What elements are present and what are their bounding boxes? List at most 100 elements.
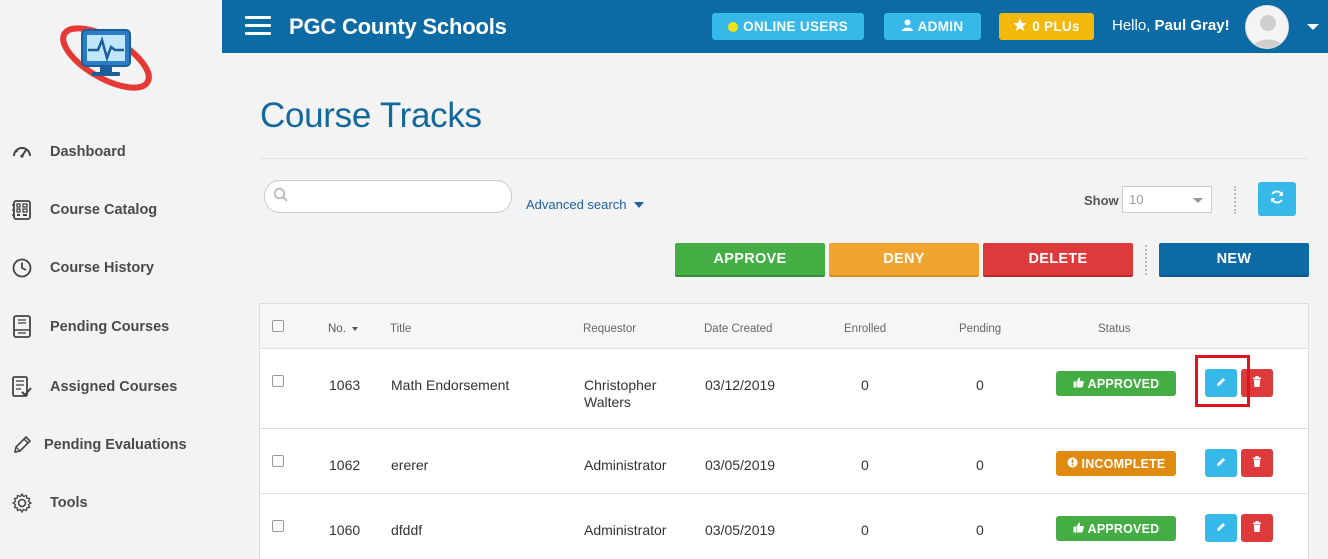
column-header-no[interactable]: No. bbox=[328, 323, 359, 335]
admin-button[interactable]: ADMIN bbox=[884, 13, 981, 40]
highlight-box bbox=[1195, 355, 1250, 407]
cell-no: 1062 bbox=[329, 457, 361, 473]
status-badge: APPROVED bbox=[1056, 371, 1176, 396]
delete-row-button[interactable] bbox=[1241, 514, 1273, 542]
cell-no: 1060 bbox=[329, 522, 361, 538]
column-header-date-created[interactable]: Date Created bbox=[704, 323, 772, 335]
column-header-title[interactable]: Title bbox=[390, 323, 411, 335]
sidebar-item-label: Course Catalog bbox=[50, 202, 158, 218]
edit-button[interactable] bbox=[1205, 514, 1237, 542]
deny-button[interactable]: DENY bbox=[829, 243, 979, 277]
new-button[interactable]: NEW bbox=[1159, 243, 1309, 277]
sidebar-item-course-history[interactable]: Course History bbox=[0, 248, 222, 288]
cell-enrolled: 0 bbox=[861, 522, 869, 538]
online-users-label: ONLINE USERS bbox=[743, 19, 848, 34]
sidebar-item-pending-evaluations[interactable]: Pending Evaluations bbox=[0, 425, 222, 465]
plus-label: 0 PLUs bbox=[1032, 19, 1080, 34]
plus-button[interactable]: 0 PLUs bbox=[999, 13, 1094, 40]
thumbs-up-icon bbox=[1073, 522, 1084, 536]
sidebar-item-label: Tools bbox=[50, 495, 88, 511]
gauge-icon bbox=[10, 140, 34, 164]
trash-icon bbox=[1252, 374, 1262, 392]
pencil-icon bbox=[10, 433, 34, 457]
status-label: APPROVED bbox=[1087, 521, 1160, 536]
sort-caret-icon bbox=[352, 326, 359, 331]
status-label: APPROVED bbox=[1087, 376, 1160, 391]
pencil-icon bbox=[1216, 454, 1226, 472]
table-row: 1063 Math Endorsement Christopher Walter… bbox=[260, 349, 1308, 429]
online-users-button[interactable]: ONLINE USERS bbox=[712, 13, 864, 40]
exclamation-circle-icon bbox=[1067, 457, 1078, 471]
sidebar-item-label: Dashboard bbox=[50, 144, 126, 160]
top-header: PGC County Schools ONLINE USERS ADMIN 0 … bbox=[222, 0, 1328, 53]
admin-label: ADMIN bbox=[917, 19, 964, 34]
avatar[interactable] bbox=[1245, 5, 1289, 49]
cell-pending: 0 bbox=[976, 522, 984, 538]
star-icon bbox=[1013, 18, 1027, 35]
sidebar-item-label: Assigned Courses bbox=[50, 379, 178, 395]
trash-icon bbox=[1252, 454, 1262, 472]
page-size-select[interactable]: 10 bbox=[1122, 186, 1212, 213]
row-checkbox[interactable] bbox=[272, 455, 284, 467]
app-title: PGC County Schools bbox=[289, 14, 507, 39]
sidebar: Dashboard Course Catalog Course History … bbox=[0, 0, 222, 559]
course-tracks-table: No. Title Requestor Date Created Enrolle… bbox=[259, 303, 1309, 559]
column-header-status[interactable]: Status bbox=[1098, 323, 1131, 335]
greeting: Hello, Paul Gray! bbox=[1112, 17, 1230, 34]
catalog-icon bbox=[10, 198, 34, 222]
sidebar-item-label: Course History bbox=[50, 260, 154, 276]
divider bbox=[1145, 245, 1147, 275]
user-menu-chevron-icon[interactable] bbox=[1307, 24, 1319, 30]
divider bbox=[1234, 186, 1236, 214]
delete-row-button[interactable] bbox=[1241, 449, 1273, 477]
menu-icon[interactable] bbox=[245, 16, 271, 36]
page-size-value: 10 bbox=[1129, 192, 1144, 207]
search-input[interactable] bbox=[264, 180, 512, 213]
sidebar-item-tools[interactable]: Tools bbox=[0, 483, 222, 523]
edit-button[interactable] bbox=[1205, 449, 1237, 477]
user-icon bbox=[901, 19, 913, 34]
advanced-search-toggle[interactable]: Advanced search bbox=[526, 197, 645, 212]
delete-button[interactable]: DELETE bbox=[983, 243, 1133, 277]
sidebar-item-assigned-courses[interactable]: Assigned Courses bbox=[0, 367, 222, 407]
show-label: Show bbox=[1084, 193, 1119, 208]
table-row: 1060 dfddf Administrator 03/05/2019 0 0 … bbox=[260, 494, 1308, 559]
sidebar-item-label: Pending Courses bbox=[50, 319, 170, 335]
status-badge: APPROVED bbox=[1056, 516, 1176, 541]
assigned-icon bbox=[10, 375, 34, 399]
cell-date: 03/05/2019 bbox=[705, 522, 776, 538]
chevron-down-icon bbox=[1193, 198, 1203, 203]
thumbs-up-icon bbox=[1073, 377, 1084, 391]
user-name: Paul Gray! bbox=[1154, 17, 1230, 34]
select-all-checkbox[interactable] bbox=[272, 320, 284, 332]
cell-title: Math Endorsement bbox=[391, 377, 510, 393]
advanced-search-label: Advanced search bbox=[526, 197, 627, 212]
approve-button[interactable]: APPROVE bbox=[675, 243, 825, 277]
status-label: INCOMPLETE bbox=[1081, 456, 1166, 471]
cell-no: 1063 bbox=[329, 377, 361, 393]
trash-icon bbox=[1252, 519, 1262, 537]
page-title: Course Tracks bbox=[260, 96, 482, 135]
search-icon bbox=[273, 187, 289, 203]
column-header-pending[interactable]: Pending bbox=[959, 323, 1001, 335]
cell-title: ererer bbox=[391, 457, 429, 473]
sidebar-item-dashboard[interactable]: Dashboard bbox=[0, 132, 222, 172]
status-badge: INCOMPLETE bbox=[1056, 451, 1176, 476]
column-header-enrolled[interactable]: Enrolled bbox=[844, 323, 886, 335]
column-header-requestor[interactable]: Requestor bbox=[583, 323, 636, 335]
cell-pending: 0 bbox=[976, 377, 984, 393]
divider bbox=[260, 158, 1308, 159]
cell-requestor: Administrator bbox=[584, 522, 667, 538]
sidebar-item-course-catalog[interactable]: Course Catalog bbox=[0, 190, 222, 230]
cell-requestor: Administrator bbox=[584, 457, 667, 473]
sidebar-item-pending-courses[interactable]: Pending Courses bbox=[0, 307, 222, 347]
cell-enrolled: 0 bbox=[861, 457, 869, 473]
greeting-text: Hello, bbox=[1112, 17, 1151, 34]
row-checkbox[interactable] bbox=[272, 520, 284, 532]
cell-pending: 0 bbox=[976, 457, 984, 473]
refresh-button[interactable] bbox=[1258, 182, 1296, 216]
clock-icon bbox=[10, 256, 34, 280]
cell-date: 03/12/2019 bbox=[705, 377, 776, 393]
pencil-icon bbox=[1216, 519, 1226, 537]
row-checkbox[interactable] bbox=[272, 375, 284, 387]
